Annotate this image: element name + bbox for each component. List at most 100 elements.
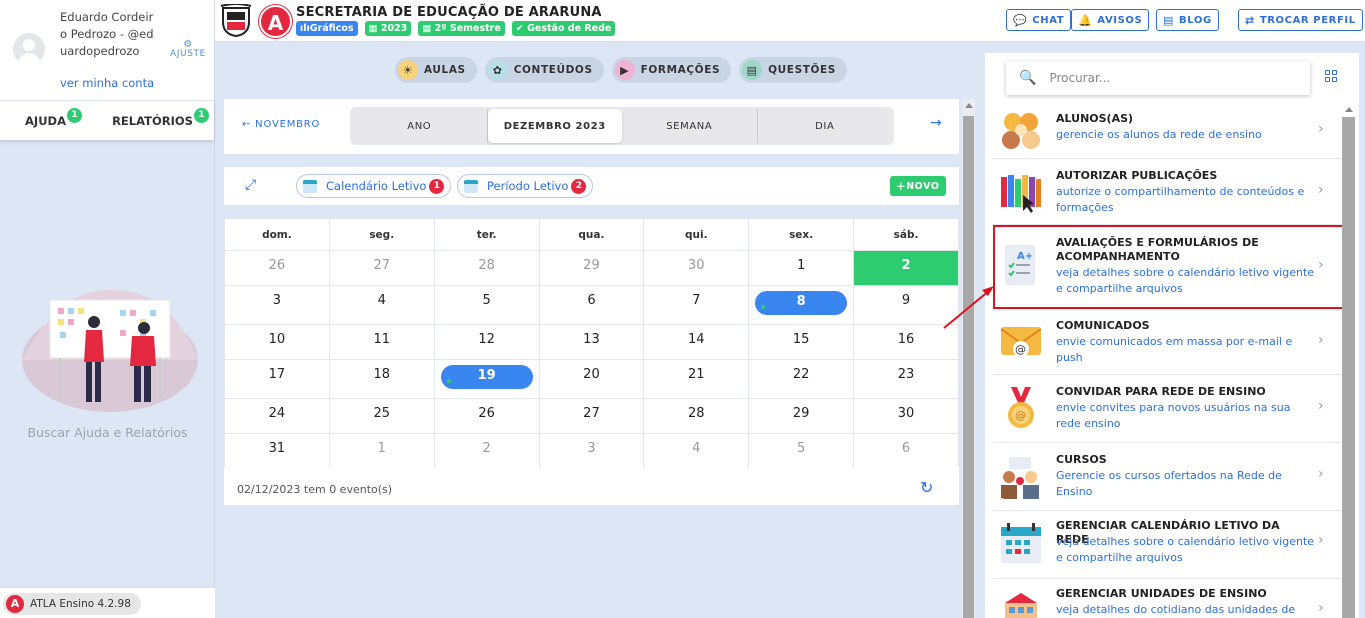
day-cell[interactable]: 6: [853, 433, 959, 469]
right-scroll-up-arrow[interactable]: [1345, 107, 1353, 112]
semester-badge[interactable]: ▦ 2º Semestre: [418, 21, 505, 36]
search-icon: 🔍: [1019, 70, 1037, 86]
day-cell[interactable]: 2: [433, 433, 540, 469]
search-input[interactable]: Procurar...: [1049, 71, 1110, 85]
chat-button[interactable]: 💬 CHAT: [1006, 9, 1072, 31]
school-calendar-chip[interactable]: Calendário Letivo 1: [296, 174, 452, 198]
day-cell[interactable]: 11: [328, 324, 435, 360]
network-management-badge[interactable]: ✔ Gestão de Rede: [511, 21, 616, 36]
list-item-authorize-publications[interactable]: AUTORIZAR PUBLICAÇÕES autorize o compart…: [993, 159, 1345, 225]
view-account-link[interactable]: ver minha conta: [60, 76, 154, 90]
day-cell[interactable]: 13: [538, 324, 645, 360]
list-item-school-calendar[interactable]: GERENCIAR CALENDÁRIO LETIVO DA REDE veja…: [993, 511, 1345, 579]
refresh-icon[interactable]: ↻: [920, 478, 933, 497]
day-cell[interactable]: 29: [538, 250, 645, 286]
school-period-chip[interactable]: Período Letivo 2: [457, 174, 594, 198]
next-month-arrow-icon[interactable]: →: [930, 115, 942, 131]
year-badge[interactable]: ▦ 2023: [364, 21, 412, 36]
tab-aulas[interactable]: ☀ AULAS: [395, 57, 477, 83]
day-cell[interactable]: 28: [433, 250, 540, 286]
day-cell-event[interactable]: 19: [433, 359, 540, 399]
tab-reports[interactable]: RELATÓRIOS 1: [107, 101, 214, 140]
help-count-badge: 1: [66, 108, 82, 123]
day-cell[interactable]: 24: [224, 398, 330, 434]
day-cell[interactable]: 26: [224, 250, 330, 286]
view-week[interactable]: SEMANA: [622, 109, 758, 143]
day-cell[interactable]: 25: [328, 398, 435, 434]
view-month[interactable]: DEZEMBRO 2023: [487, 109, 622, 143]
list-item-school-units[interactable]: GERENCIAR UNIDADES DE ENSINO veja detalh…: [993, 579, 1345, 618]
calendar-status-bar: 02/12/2023 tem 0 evento(s) ↻: [224, 467, 959, 505]
day-cell[interactable]: 30: [853, 398, 959, 434]
new-event-button[interactable]: ＋ NOVO: [890, 176, 946, 196]
day-cell[interactable]: 5: [748, 433, 855, 469]
list-item-announcements[interactable]: @ COMUNICADOS envie comunicados em massa…: [993, 309, 1345, 375]
switch-profile-button[interactable]: ⇄ TROCAR PERFIL: [1238, 9, 1363, 31]
day-cell[interactable]: 20: [538, 359, 645, 399]
chevron-right-icon: ›: [1318, 121, 1324, 137]
check-circle-icon: ✔: [515, 23, 528, 34]
day-cell[interactable]: 12: [433, 324, 540, 360]
atla-brand-logo: A: [259, 5, 292, 38]
tab-help[interactable]: AJUDA 1: [0, 101, 107, 140]
day-cell[interactable]: 7: [643, 285, 750, 325]
header-badges: ılıGráficos ▦ 2023 ▦ 2º Semestre ✔ Gestã…: [296, 21, 616, 36]
day-cell[interactable]: 30: [643, 250, 750, 286]
day-cell[interactable]: 21: [643, 359, 750, 399]
list-item-students[interactable]: ALUNOS(AS) gerencie os alunos da rede de…: [993, 103, 1345, 159]
svg-text:@: @: [1015, 343, 1026, 356]
day-cell[interactable]: 4: [328, 285, 435, 325]
day-cell[interactable]: 3: [538, 433, 645, 469]
view-year[interactable]: ANO: [352, 109, 488, 143]
avatar[interactable]: [13, 33, 45, 65]
day-cell[interactable]: 18: [328, 359, 435, 399]
tab-questoes[interactable]: ▤ QUESTÕES: [739, 57, 847, 83]
day-cell[interactable]: 28: [643, 398, 750, 434]
day-cell[interactable]: 27: [328, 250, 435, 286]
prev-month-button[interactable]: ← NOVEMBRO: [242, 119, 320, 130]
day-cell[interactable]: 14: [643, 324, 750, 360]
version-pill[interactable]: A ATLA Ensino 4.2.98: [3, 593, 141, 615]
day-cell[interactable]: 15: [748, 324, 855, 360]
notices-button[interactable]: 🔔 AVISOS: [1071, 9, 1150, 31]
day-cell[interactable]: 10: [224, 324, 330, 360]
event-marker[interactable]: 8: [755, 291, 848, 315]
sun-icon: ☀: [398, 60, 418, 80]
day-cell[interactable]: 1: [328, 433, 435, 469]
book-icon: ▤: [1163, 13, 1174, 27]
day-cell[interactable]: 5: [433, 285, 540, 325]
list-item-invite-network[interactable]: @ CONVIDAR PARA REDE DE ENSINO envie con…: [993, 375, 1345, 443]
calendar-scrollbar[interactable]: [962, 99, 975, 618]
day-cell[interactable]: 22: [748, 359, 855, 399]
list-item-evaluations-forms[interactable]: A+ AVALIAÇÕES E FORMULÁRIOS DE ACOMPANHA…: [993, 225, 1345, 309]
tab-formacoes[interactable]: ▶ FORMAÇÕES: [611, 57, 732, 83]
day-cell[interactable]: 31: [224, 433, 330, 469]
expand-icon[interactable]: ⤢: [245, 177, 256, 193]
view-day[interactable]: DIA: [758, 109, 893, 143]
day-cell[interactable]: 1: [748, 250, 855, 286]
svg-text:@: @: [1015, 409, 1026, 422]
day-cell[interactable]: 23: [853, 359, 959, 399]
blog-button[interactable]: ▤ BLOG: [1156, 9, 1219, 31]
day-cell-event[interactable]: 8: [748, 285, 855, 325]
day-cell[interactable]: 29: [748, 398, 855, 434]
charts-badge[interactable]: ılıGráficos: [296, 21, 358, 36]
week-row: 3 4 5 6 7 8 9: [224, 285, 959, 325]
grid-view-icon[interactable]: [1325, 70, 1337, 82]
day-cell[interactable]: 27: [538, 398, 645, 434]
search-box[interactable]: 🔍 Procurar...: [1006, 61, 1310, 95]
day-cell[interactable]: 17: [224, 359, 330, 399]
adjust-button[interactable]: ⚙ AJUSTE: [166, 40, 210, 60]
annotation-arrow: [943, 286, 994, 329]
list-item-courses[interactable]: CURSOS Gerencie os cursos ofertados na R…: [993, 443, 1345, 511]
event-marker[interactable]: 19: [440, 365, 533, 389]
day-cell[interactable]: 6: [538, 285, 645, 325]
day-cell[interactable]: 4: [643, 433, 750, 469]
day-cell[interactable]: 3: [224, 285, 330, 325]
tab-conteudos[interactable]: ✿ CONTEÚDOS: [484, 57, 604, 83]
chat-bubble-icon: 💬: [1013, 13, 1028, 27]
right-panel-scrollbar[interactable]: [1342, 117, 1355, 618]
left-tabs: AJUDA 1 RELATÓRIOS 1: [0, 100, 214, 140]
day-cell[interactable]: 26: [433, 398, 540, 434]
weekday-header: sáb.: [853, 218, 959, 251]
